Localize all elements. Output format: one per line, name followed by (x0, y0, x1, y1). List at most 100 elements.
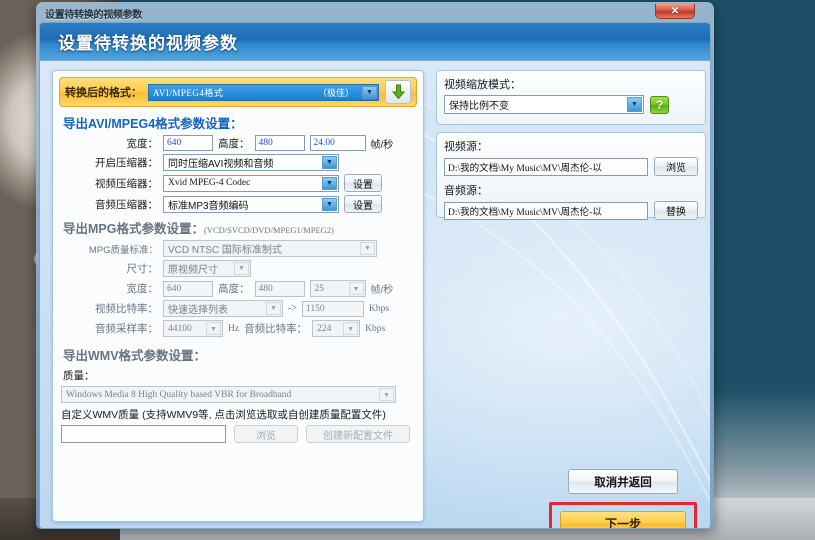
avi-height-input[interactable]: 480 (254, 135, 305, 151)
output-format-value: AVI/MPEG4格式 (153, 87, 224, 98)
mpg-section-title: 导出MPG格式参数设置：(VCD/SVCD/DVD/MPEG1/MPEG2) (63, 218, 423, 237)
chevron-down-icon[interactable]: ▼ (343, 322, 359, 335)
mpg-size-label: 尺寸： (126, 263, 159, 275)
wmv-custom-note: 自定义WMV质量 (支持WMV9等, 点击浏览选取或自创建质量配置文件) (61, 409, 386, 421)
wmv-create-profile-button[interactable]: 创建新配置文件 (306, 425, 410, 443)
avi-compressor-row: 开启压缩器： 同时压缩AVI视频和音频 ▼ (53, 154, 423, 171)
chevron-down-icon[interactable]: ▼ (322, 176, 337, 190)
cancel-button[interactable]: 取消并返回 (568, 469, 678, 494)
mpg-video-bitrate-value: 快速选择列表 (168, 305, 228, 316)
mpg-video-bitrate-select[interactable]: 快速选择列表 ▼ (163, 300, 283, 317)
avi-audio-codec-select[interactable]: 标准MP3音频编码 ▼ (163, 195, 339, 213)
mpg-quality-row: MPG质量标准： VCD NTSC 国际标准制式 ▼ (53, 240, 423, 257)
mpg-fps-select[interactable]: 25 ▼ (309, 280, 366, 297)
video-source-row: D:\我的文档\My Music\MV\周杰伦-以 浏览 (444, 157, 698, 176)
next-button[interactable]: 下一步 (560, 511, 686, 528)
body-area: 转换后的格式： AVI/MPEG4格式 （极佳） ▼ 导出AVI/MPEG4格式… (40, 62, 710, 528)
chevron-down-icon[interactable]: ▼ (266, 302, 281, 315)
avi-video-codec-value: Xvid MPEG-4 Codec (168, 178, 251, 188)
mpg-sample-rate-select[interactable]: 44100 ▼ (163, 320, 223, 337)
output-format-label: 转换后的格式： (65, 87, 142, 99)
output-format-bar: 转换后的格式： AVI/MPEG4格式 （极佳） ▼ (59, 77, 417, 107)
mpg-audio-bitrate-label: 音频比特率： (244, 323, 308, 335)
mpg-width-input[interactable]: 640 (163, 280, 213, 297)
mpg-size-value: 原视频尺寸 (168, 265, 218, 276)
audio-replace-button[interactable]: 替换 (654, 201, 698, 220)
chevron-down-icon[interactable]: ▼ (348, 282, 364, 295)
mpg-video-bitrate-label: 视频比特率： (95, 303, 158, 315)
mpg-video-bitrate-row: 视频比特率： 快速选择列表 ▼ -> 1150 Kbps (53, 300, 423, 317)
download-arrow-icon[interactable] (385, 80, 411, 104)
help-icon[interactable]: ? (650, 95, 669, 114)
scale-mode-panel: 视频缩放模式： 保持比例不变 ▼ ? (436, 70, 706, 125)
scale-mode-label: 视频缩放模式： (444, 79, 521, 91)
mpg-video-bitrate-unit: Kbps (368, 303, 390, 314)
mpg-height-input[interactable]: 480 (254, 280, 305, 297)
chevron-down-icon[interactable]: ▼ (360, 242, 375, 255)
mpg-size-select[interactable]: 原视频尺寸 ▼ (163, 260, 251, 277)
avi-video-codec-label: 视频压缩器： (95, 177, 158, 190)
chevron-down-icon[interactable]: ▼ (322, 197, 337, 211)
avi-audio-codec-label: 音频压缩器： (95, 198, 158, 211)
window-title: 设置待转换的视频参数 (45, 10, 142, 21)
chevron-down-icon[interactable]: ▼ (362, 85, 377, 99)
wmv-quality-value: Windows Media 8 High Quality based VBR f… (66, 389, 292, 400)
mpg-quality-select[interactable]: VCD NTSC 国际标准制式 ▼ (163, 240, 377, 257)
chevron-down-icon[interactable]: ▼ (627, 97, 642, 112)
mpg-audio-bitrate-value: 224 (317, 323, 332, 334)
avi-audio-codec-row: 音频压缩器： 标准MP3音频编码 ▼ 设置 (53, 195, 423, 213)
avi-fps-input[interactable]: 24.00 (309, 135, 366, 151)
avi-video-codec-settings-button[interactable]: 设置 (344, 174, 382, 192)
chevron-down-icon[interactable]: ▼ (234, 262, 249, 275)
wmv-quality-row: Windows Media 8 High Quality based VBR f… (53, 386, 423, 403)
wmv-custom-row: 浏览 创建新配置文件 (53, 425, 423, 443)
audio-source-label: 音频源： (444, 185, 488, 197)
video-source-label: 视频源： (444, 141, 488, 153)
chevron-down-icon[interactable]: ▼ (322, 156, 337, 169)
mpg-section-title-text: 导出MPG格式参数设置： (63, 222, 204, 236)
scale-mode-select[interactable]: 保持比例不变 ▼ (444, 95, 644, 114)
window-client-area: 设置待转换的视频参数 转换后的格式： AVI/MPEG4格式 （极佳） ▼ 导出… (39, 22, 711, 529)
mpg-fps-value: 25 (314, 283, 325, 294)
wmv-quality-select[interactable]: Windows Media 8 High Quality based VBR f… (61, 386, 396, 403)
mpg-size-row: 尺寸： 原视频尺寸 ▼ (53, 260, 423, 277)
video-source-input[interactable]: D:\我的文档\My Music\MV\周杰伦-以 (444, 157, 648, 176)
mpg-sample-rate-unit: Hz (228, 323, 240, 334)
mpg-sample-rate-value: 44100 (168, 323, 192, 334)
close-button[interactable]: ✕ (655, 4, 695, 19)
output-format-select[interactable]: AVI/MPEG4格式 （极佳） ▼ (148, 83, 379, 101)
wmv-custom-input[interactable] (61, 425, 226, 443)
audio-source-row: D:\我的文档\My Music\MV\周杰伦-以 替换 (444, 201, 698, 220)
chevron-down-icon[interactable]: ▼ (206, 322, 221, 335)
avi-compressor-select[interactable]: 同时压缩AVI视频和音频 ▼ (163, 154, 339, 171)
video-browse-button[interactable]: 浏览 (654, 157, 698, 176)
mpg-sample-rate-label: 音频采样率： (95, 323, 158, 335)
mpg-audio-bitrate-unit: Kbps (365, 323, 386, 334)
audio-source-input[interactable]: D:\我的文档\My Music\MV\周杰伦-以 (444, 201, 648, 220)
mpg-width-label: 宽度： (126, 283, 159, 295)
avi-section-title: 导出AVI/MPEG4格式参数设置： (63, 117, 243, 131)
mpg-audio-bitrate-select[interactable]: 224 ▼ (312, 320, 361, 337)
avi-compressor-value: 同时压缩AVI视频和音频 (168, 159, 274, 170)
avi-dimensions-row: 宽度： 640 高度： 480 24.00 帧/秒 (53, 135, 423, 151)
mpg-bitrate-arrow: -> (288, 303, 297, 314)
avi-width-input[interactable]: 640 (163, 135, 213, 151)
avi-video-codec-row: 视频压缩器： Xvid MPEG-4 Codec ▼ 设置 (53, 174, 423, 192)
avi-width-label: 宽度： (126, 137, 159, 150)
chevron-down-icon[interactable]: ▼ (379, 388, 394, 401)
mpg-video-bitrate-input[interactable]: 1150 (301, 300, 364, 317)
page-title: 设置待转换的视频参数 (58, 34, 238, 53)
avi-audio-codec-settings-button[interactable]: 设置 (344, 195, 382, 213)
mpg-audio-rate-row: 音频采样率： 44100 ▼ Hz 音频比特率： 224 ▼ Kbps (53, 320, 423, 337)
wmv-browse-button[interactable]: 浏览 (234, 425, 298, 443)
avi-fps-unit: 帧/秒 (370, 139, 394, 151)
avi-height-label: 高度： (218, 137, 250, 150)
output-format-quality: （极佳） (317, 87, 354, 98)
avi-video-codec-select[interactable]: Xvid MPEG-4 Codec ▼ (163, 174, 339, 192)
title-bar[interactable]: 设置待转换的视频参数 ✕ (39, 4, 711, 22)
wmv-section-title: 导出WMV格式参数设置： (63, 349, 207, 363)
application-window: 设置待转换的视频参数 ✕ 设置待转换的视频参数 转换后的格式： AVI/MPEG… (36, 2, 714, 529)
sources-panel: 视频源： D:\我的文档\My Music\MV\周杰伦-以 浏览 音频源： D… (436, 132, 706, 220)
mpg-fps-unit: 帧/秒 (370, 285, 394, 296)
mpg-height-label: 高度： (218, 283, 250, 295)
